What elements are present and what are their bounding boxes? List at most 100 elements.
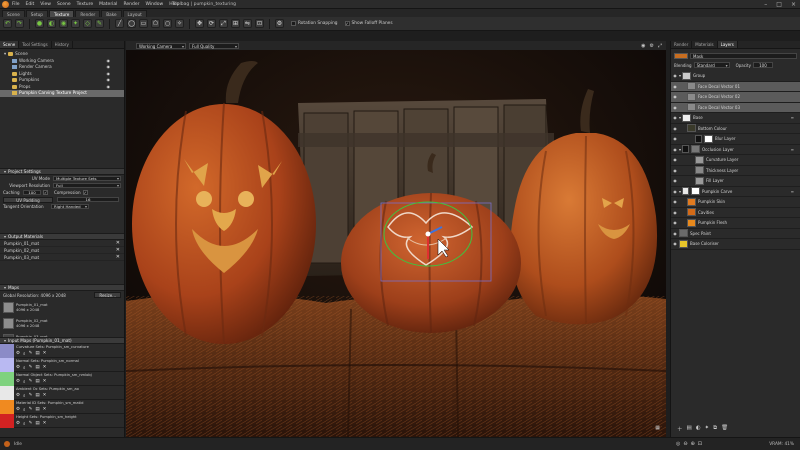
- menu-scene[interactable]: Scene: [57, 2, 71, 7]
- close-icon[interactable]: ✕: [43, 407, 47, 413]
- uv-padding-button[interactable]: UV Padding: [3, 196, 53, 203]
- search-icon[interactable]: ⌕: [23, 407, 26, 413]
- rotation-snapping-toggle[interactable]: Rotation Snapping: [291, 21, 338, 26]
- visibility-eye-icon[interactable]: ◉: [671, 199, 679, 204]
- input-maps-header[interactable]: ▾ Input Maps (Pumpkin_01_mat): [0, 337, 124, 344]
- close-icon[interactable]: ✕: [43, 421, 47, 427]
- layer-options-icon[interactable]: ≡: [791, 147, 794, 152]
- layer-row[interactable]: ◉ Bottom Colour: [671, 124, 800, 134]
- search-icon[interactable]: ⌕: [23, 421, 26, 427]
- close-icon[interactable]: ×: [791, 1, 796, 8]
- folder-open-icon[interactable]: ▤: [35, 407, 39, 413]
- input-map-row[interactable]: Normal Object Sets: Pumpkin_sm_nmlobj ⚙ ⌕…: [0, 372, 124, 386]
- list-item[interactable]: Pumpkin_01_mat ✕: [0, 240, 124, 247]
- close-icon[interactable]: ✕: [43, 379, 47, 385]
- tab-render[interactable]: Render: [75, 10, 101, 17]
- remove-x-icon[interactable]: ✕: [116, 247, 120, 253]
- brush-icon[interactable]: ✎: [29, 351, 33, 357]
- visibility-eye-icon[interactable]: ◉: [671, 178, 679, 183]
- brush-icon[interactable]: ✎: [29, 407, 33, 413]
- globe-icon[interactable]: ◎: [676, 441, 680, 447]
- visibility-eye-icon[interactable]: ◉: [671, 220, 679, 225]
- layer-row[interactable]: ◉ ▾ Base ≡: [671, 113, 800, 124]
- tab-texture[interactable]: Texture: [48, 10, 75, 17]
- resize-button[interactable]: Resize...: [94, 292, 121, 298]
- fill-icon[interactable]: ◉: [59, 19, 68, 28]
- gear-icon[interactable]: ⚙: [16, 365, 20, 371]
- input-map-row[interactable]: Ambient Oc Sets: Pumpkin_sm_ao ⚙ ⌕ ✎ ▤ ✕: [0, 386, 124, 400]
- visibility-eye-icon[interactable]: ◉: [671, 73, 679, 78]
- rotation-snapping-checkbox[interactable]: [291, 21, 296, 26]
- visibility-eye-icon[interactable]: ◉: [671, 94, 679, 99]
- visibility-eye-icon[interactable]: ◉: [671, 136, 679, 141]
- chevron-down-icon[interactable]: ▾: [679, 147, 681, 152]
- layer-row[interactable]: ◉ Base Coloriser: [671, 239, 800, 250]
- magic-wand-icon[interactable]: ✧: [175, 19, 184, 28]
- layer-options-icon[interactable]: ≡: [791, 189, 794, 194]
- menu-material[interactable]: Material: [99, 2, 117, 7]
- layer-row[interactable]: ◉ Face Decal Vector 02: [671, 92, 800, 103]
- layer-row[interactable]: ◉ Fill Layer: [671, 176, 800, 187]
- smudge-icon[interactable]: ✦: [71, 19, 80, 28]
- visibility-eye-icon[interactable]: ◉: [671, 84, 679, 89]
- map-thumbnail[interactable]: Pumpkin_01_mat 4096 x 2048: [3, 301, 61, 314]
- grid-icon[interactable]: ▦: [655, 425, 660, 431]
- brush-icon[interactable]: ✎: [29, 365, 33, 371]
- add-mask-icon[interactable]: ◐: [696, 425, 701, 433]
- show-falloff-toggle[interactable]: ✓ Show Falloff Planes: [344, 21, 393, 26]
- opacity-field[interactable]: 100: [752, 62, 773, 68]
- layer-options-icon[interactable]: ≡: [791, 115, 794, 120]
- snap-tool-icon[interactable]: ⊡: [255, 19, 264, 28]
- layer-row[interactable]: ◉ ▾ Group: [671, 71, 800, 82]
- visibility-eye-icon[interactable]: ◉: [671, 168, 679, 173]
- fit-icon[interactable]: ⊡: [698, 441, 702, 447]
- layer-row[interactable]: ◉ ▾ Pumpkin Carve ≡: [671, 187, 800, 197]
- transform-tool-icon[interactable]: ⊞: [231, 19, 240, 28]
- input-map-row[interactable]: Height Sets: Pumpkin_sm_height ⚙ ⌕ ✎ ▤ ✕: [0, 414, 124, 428]
- tab-scene-outliner[interactable]: Scene: [0, 41, 20, 48]
- paint-brush-icon[interactable]: ●: [35, 19, 44, 28]
- gear-icon[interactable]: ⚙: [16, 351, 20, 357]
- folder-open-icon[interactable]: ▤: [35, 393, 39, 399]
- brush-icon[interactable]: ✎: [29, 379, 33, 385]
- add-layer-icon[interactable]: ＋: [677, 425, 683, 433]
- clone-icon[interactable]: ◐: [47, 19, 56, 28]
- close-icon[interactable]: ✕: [43, 365, 47, 371]
- folder-open-icon[interactable]: ▤: [35, 379, 39, 385]
- gear-icon[interactable]: ⚙: [16, 407, 20, 413]
- remove-x-icon[interactable]: ✕: [116, 240, 120, 246]
- eyedropper-icon[interactable]: ✎: [95, 19, 104, 28]
- polygon-select-icon[interactable]: ⬠: [151, 19, 160, 28]
- camera-icon[interactable]: ◉: [641, 43, 645, 49]
- layer-row[interactable]: ◉ Cavities: [671, 208, 800, 218]
- search-icon[interactable]: ⌕: [23, 379, 26, 385]
- visibility-eye-icon[interactable]: ◉: [671, 147, 679, 152]
- layer-row[interactable]: ◉ Pumpkin Skin: [671, 197, 800, 208]
- layer-row[interactable]: ◉ Pumpkin Flesh: [671, 218, 800, 229]
- settings-icon[interactable]: ⚙: [650, 43, 654, 49]
- brush-icon[interactable]: ✎: [29, 393, 33, 399]
- visibility-eye-icon[interactable]: ◉: [671, 241, 679, 246]
- folder-open-icon[interactable]: ▤: [35, 421, 39, 427]
- menu-view[interactable]: View: [40, 2, 51, 7]
- tangent-select[interactable]: Right Handed: [51, 203, 89, 210]
- output-materials-header[interactable]: ▾ Output Materials: [0, 233, 124, 240]
- layer-row[interactable]: ◉ Blur Layer: [671, 134, 800, 145]
- rotate-tool-icon[interactable]: ⟳: [207, 19, 216, 28]
- blending-select[interactable]: Standard: [693, 62, 730, 68]
- add-effect-icon[interactable]: ✦: [705, 425, 710, 433]
- scale-tool-icon[interactable]: ⤢: [219, 19, 228, 28]
- viewport-resolution-select[interactable]: Full: [53, 182, 121, 189]
- chevron-down-icon[interactable]: ▾: [679, 115, 681, 120]
- tab-setup[interactable]: Setup: [25, 10, 48, 17]
- menu-texture[interactable]: Texture: [77, 2, 93, 7]
- tab-tool-settings[interactable]: Tool Settings: [19, 41, 52, 48]
- redo-icon[interactable]: ↷: [15, 19, 24, 28]
- gear-icon[interactable]: ⚙: [16, 379, 20, 385]
- search-icon[interactable]: ⌕: [23, 393, 26, 399]
- close-icon[interactable]: ✕: [43, 393, 47, 399]
- 3d-viewport[interactable]: ▦: [126, 41, 666, 437]
- shading-select[interactable]: Full Quality: [189, 42, 239, 49]
- tab-render-settings[interactable]: Render: [671, 41, 693, 48]
- add-group-icon[interactable]: ▤: [687, 425, 692, 433]
